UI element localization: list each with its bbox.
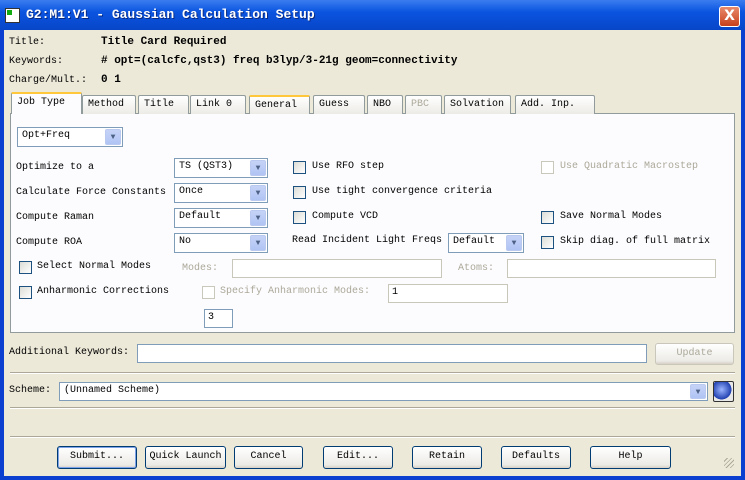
- tab-job-type[interactable]: Job Type: [11, 92, 82, 114]
- tight-label: Use tight convergence criteria: [312, 186, 493, 197]
- incident-combo[interactable]: Default ▼: [448, 233, 524, 253]
- scheme-value: (Unnamed Scheme): [64, 385, 161, 396]
- anharmonic-label: Anharmonic Corrections: [37, 286, 170, 297]
- roa-label: Compute ROA: [16, 237, 83, 248]
- save-modes-label: Save Normal Modes: [560, 211, 663, 222]
- app-icon: [5, 8, 20, 23]
- title-label: Title:: [9, 37, 46, 48]
- chevron-down-icon: ▼: [690, 384, 706, 399]
- raman-label: Compute Raman: [16, 212, 95, 223]
- anharmonic-checkbox[interactable]: [19, 286, 32, 299]
- vcd-checkbox[interactable]: [293, 211, 306, 224]
- update-button: Update: [655, 343, 734, 365]
- tab-solvation[interactable]: Solvation: [444, 95, 511, 114]
- skip-diag-label: Skip diag. of full matrix: [560, 236, 711, 247]
- atoms-input: [507, 259, 716, 278]
- save-modes-checkbox[interactable]: [541, 211, 554, 224]
- specify-anharmonic-checkbox: [202, 286, 215, 299]
- skip-diag-checkbox[interactable]: [541, 236, 554, 249]
- job-type-value: Opt+Freq: [22, 130, 71, 141]
- title-value: Title Card Required: [101, 36, 227, 48]
- submit-button[interactable]: Submit...: [57, 446, 137, 469]
- additional-keywords-input[interactable]: [137, 344, 647, 363]
- specify-anharmonic-input: 1: [388, 284, 508, 303]
- tab-link0[interactable]: Link 0: [190, 95, 246, 114]
- divider: [10, 436, 735, 438]
- divider: [10, 372, 735, 374]
- close-button[interactable]: X: [719, 6, 740, 27]
- force-value: Once: [179, 186, 204, 197]
- tab-pbc: PBC: [405, 95, 442, 114]
- quadratic-checkbox: [541, 161, 554, 174]
- divider: [10, 407, 735, 409]
- chevron-down-icon: ▼: [250, 160, 266, 176]
- chevron-down-icon: ▼: [250, 235, 266, 251]
- atoms-label: Atoms:: [458, 263, 495, 274]
- tab-general[interactable]: General: [249, 95, 310, 114]
- modes-label: Modes:: [182, 263, 219, 274]
- raman-combo[interactable]: Default ▼: [174, 208, 268, 228]
- vcd-label: Compute VCD: [312, 211, 379, 222]
- defaults-button[interactable]: Defaults: [501, 446, 571, 469]
- roa-value: No: [179, 236, 192, 247]
- chevron-down-icon: ▼: [250, 185, 266, 201]
- charge-label: Charge/Mult.:: [9, 75, 88, 86]
- optimize-label: Optimize to a: [16, 162, 95, 173]
- select-modes-checkbox[interactable]: [19, 261, 32, 274]
- chevron-down-icon: ▼: [506, 235, 522, 251]
- keywords-label: Keywords:: [9, 56, 64, 67]
- scheme-combo[interactable]: (Unnamed Scheme) ▼: [59, 382, 708, 401]
- job-type-combo[interactable]: Opt+Freq ▼: [17, 127, 123, 147]
- raman-value: Default: [179, 211, 222, 222]
- help-button[interactable]: Help: [590, 446, 671, 469]
- charge-value: 0 1: [101, 74, 121, 86]
- tab-method[interactable]: Method: [82, 95, 136, 114]
- resize-grip-icon[interactable]: [724, 458, 734, 468]
- tab-guess[interactable]: Guess: [313, 95, 365, 114]
- scheme-label: Scheme:: [9, 385, 52, 396]
- chevron-down-icon: ▼: [250, 210, 266, 226]
- cancel-button[interactable]: Cancel: [234, 446, 303, 469]
- optimize-value: TS (QST3): [179, 161, 234, 172]
- rfo-checkbox[interactable]: [293, 161, 306, 174]
- additional-keywords-label: Additional Keywords:: [9, 347, 130, 358]
- tab-add-inp[interactable]: Add. Inp.: [515, 95, 595, 114]
- scheme-manager-icon[interactable]: [713, 381, 734, 402]
- incident-label: Read Incident Light Freqs: [292, 235, 443, 246]
- select-modes-label: Select Normal Modes: [37, 261, 152, 272]
- quick-launch-button[interactable]: Quick Launch: [145, 446, 226, 469]
- count-input[interactable]: 3: [204, 309, 233, 328]
- roa-combo[interactable]: No ▼: [174, 233, 268, 253]
- retain-button[interactable]: Retain: [412, 446, 482, 469]
- rfo-label: Use RFO step: [312, 161, 385, 172]
- optimize-combo[interactable]: TS (QST3) ▼: [174, 158, 268, 178]
- keywords-value: # opt=(calcfc,qst3) freq b3lyp/3-21g geo…: [101, 55, 458, 67]
- force-combo[interactable]: Once ▼: [174, 183, 268, 203]
- chevron-down-icon: ▼: [105, 129, 121, 145]
- quadratic-label: Use Quadratic Macrostep: [560, 161, 699, 172]
- window-title: G2:M1:V1 - Gaussian Calculation Setup: [26, 7, 315, 22]
- incident-value: Default: [453, 236, 496, 247]
- modes-input: [232, 259, 442, 278]
- tab-nbo[interactable]: NBO: [367, 95, 403, 114]
- tight-checkbox[interactable]: [293, 186, 306, 199]
- tab-title[interactable]: Title: [138, 95, 189, 114]
- title-bar: G2:M1:V1 - Gaussian Calculation Setup: [0, 0, 745, 30]
- edit-button[interactable]: Edit...: [323, 446, 393, 469]
- specify-anharmonic-label: Specify Anharmonic Modes:: [220, 286, 371, 297]
- force-label: Calculate Force Constants: [16, 187, 167, 198]
